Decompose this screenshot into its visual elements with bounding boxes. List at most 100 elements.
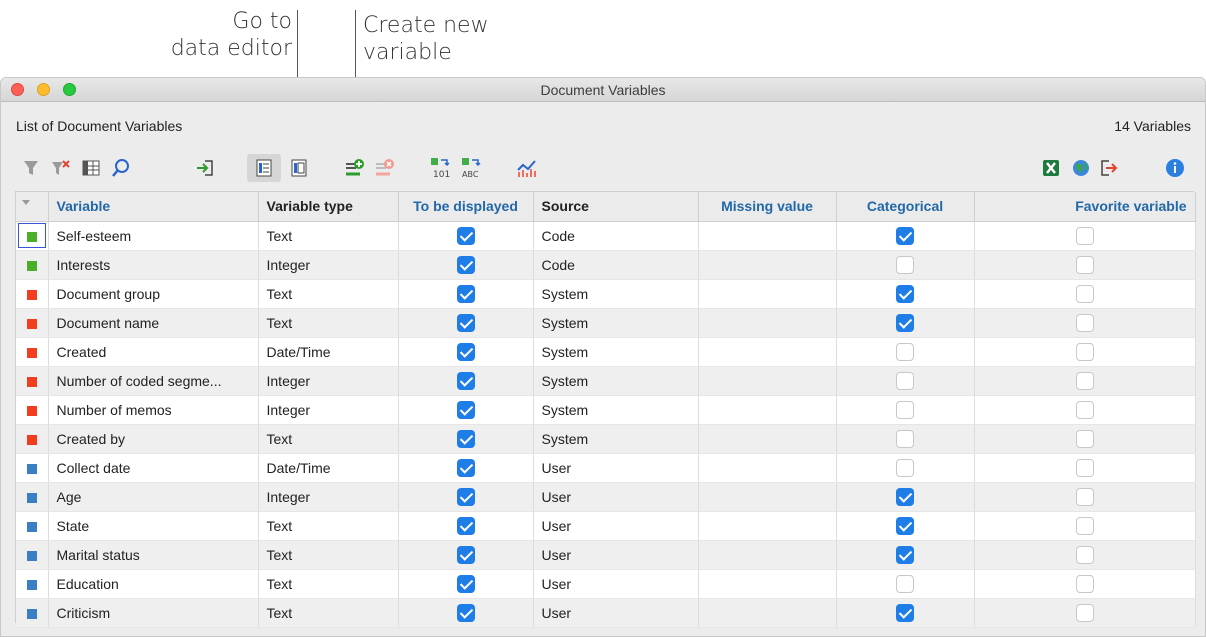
- table-row[interactable]: Interests Integer Code: [16, 250, 1196, 280]
- favorite-variable-checkbox[interactable]: [1075, 545, 1094, 564]
- to-be-displayed-checkbox[interactable]: [456, 458, 475, 477]
- categorical-checkbox[interactable]: [896, 574, 914, 593]
- cell-variable[interactable]: Created: [48, 337, 259, 367]
- cell-variable-type[interactable]: Text: [258, 511, 399, 541]
- list-view-icon[interactable]: [247, 154, 281, 182]
- categorical-checkbox[interactable]: [896, 342, 914, 361]
- table-row[interactable]: Number of memos Integer System: [16, 395, 1196, 425]
- cell-variable-type[interactable]: Text: [258, 598, 399, 628]
- cell-variable-type[interactable]: Integer: [258, 250, 399, 280]
- row-marker[interactable]: [16, 453, 49, 483]
- table-row[interactable]: Criticism Text User: [16, 598, 1196, 628]
- to-be-displayed-checkbox[interactable]: [456, 574, 475, 593]
- convert-to-text-icon[interactable]: ABC: [459, 154, 487, 182]
- convert-to-integer-icon[interactable]: 101: [427, 154, 455, 182]
- cell-missing-value[interactable]: [698, 337, 837, 367]
- column-header-favorite-variable[interactable]: Favorite variable: [974, 192, 1196, 222]
- cell-missing-value[interactable]: [698, 569, 837, 599]
- cell-missing-value[interactable]: [698, 598, 837, 628]
- export-icon[interactable]: [1095, 154, 1123, 182]
- cell-variable[interactable]: Interests: [48, 250, 259, 280]
- cell-variable-type[interactable]: Integer: [258, 395, 399, 425]
- table-row[interactable]: Document group Text System: [16, 279, 1196, 309]
- column-header-source[interactable]: Source: [533, 192, 699, 222]
- statistics-icon[interactable]: [513, 154, 541, 182]
- row-marker[interactable]: [16, 221, 49, 251]
- to-be-displayed-checkbox[interactable]: [456, 255, 475, 274]
- to-be-displayed-checkbox[interactable]: [456, 226, 475, 245]
- data-editor-icon[interactable]: [285, 154, 313, 182]
- categorical-checkbox[interactable]: [896, 226, 914, 245]
- cell-variable-type[interactable]: Date/Time: [258, 453, 399, 483]
- favorite-variable-checkbox[interactable]: [1075, 284, 1094, 303]
- html-export-icon[interactable]: [1067, 154, 1095, 182]
- delete-variable-icon[interactable]: [371, 154, 399, 182]
- favorite-variable-checkbox[interactable]: [1075, 313, 1094, 332]
- table-row[interactable]: Collect date Date/Time User: [16, 453, 1196, 483]
- favorite-variable-checkbox[interactable]: [1075, 458, 1094, 477]
- import-icon[interactable]: [191, 154, 219, 182]
- cell-missing-value[interactable]: [698, 482, 837, 512]
- cell-variable-type[interactable]: Text: [258, 221, 399, 251]
- row-marker[interactable]: [16, 279, 49, 309]
- table-row[interactable]: Created Date/Time System: [16, 337, 1196, 367]
- excel-export-icon[interactable]: [1037, 154, 1065, 182]
- cell-variable-type[interactable]: Integer: [258, 366, 399, 396]
- favorite-variable-checkbox[interactable]: [1075, 516, 1094, 535]
- cell-variable-type[interactable]: Text: [258, 424, 399, 454]
- cell-variable[interactable]: Self-esteem: [48, 221, 259, 251]
- row-marker[interactable]: [16, 598, 49, 628]
- categorical-checkbox[interactable]: [896, 371, 914, 390]
- table-row[interactable]: Number of coded segme... Integer System: [16, 366, 1196, 396]
- row-marker[interactable]: [16, 337, 49, 367]
- row-marker[interactable]: [16, 395, 49, 425]
- cell-missing-value[interactable]: [698, 366, 837, 396]
- cell-variable-type[interactable]: Date/Time: [258, 337, 399, 367]
- favorite-variable-checkbox[interactable]: [1075, 429, 1094, 448]
- cell-variable[interactable]: Education: [48, 569, 259, 599]
- row-marker[interactable]: [16, 511, 49, 541]
- to-be-displayed-checkbox[interactable]: [456, 313, 475, 332]
- cell-variable-type[interactable]: Text: [258, 279, 399, 309]
- column-header-variable[interactable]: Variable: [48, 192, 259, 222]
- cell-missing-value[interactable]: [698, 511, 837, 541]
- favorite-variable-checkbox[interactable]: [1075, 574, 1094, 593]
- favorite-variable-checkbox[interactable]: [1075, 255, 1094, 274]
- to-be-displayed-checkbox[interactable]: [456, 284, 475, 303]
- cell-missing-value[interactable]: [698, 221, 837, 251]
- cell-variable[interactable]: Age: [48, 482, 259, 512]
- row-marker[interactable]: [16, 424, 49, 454]
- cell-missing-value[interactable]: [698, 279, 837, 309]
- table-row[interactable]: Marital status Text User: [16, 540, 1196, 570]
- table-row[interactable]: Created by Text System: [16, 424, 1196, 454]
- columns-icon[interactable]: [77, 154, 105, 182]
- row-marker[interactable]: [16, 308, 49, 338]
- info-icon[interactable]: [1161, 154, 1189, 182]
- cell-variable[interactable]: Document name: [48, 308, 259, 338]
- column-header-variable-type[interactable]: Variable type: [258, 192, 399, 222]
- cell-variable[interactable]: Document group: [48, 279, 259, 309]
- table-row[interactable]: Document name Text System: [16, 308, 1196, 338]
- cell-missing-value[interactable]: [698, 250, 837, 280]
- cell-variable-type[interactable]: Text: [258, 569, 399, 599]
- to-be-displayed-checkbox[interactable]: [456, 545, 475, 564]
- to-be-displayed-checkbox[interactable]: [456, 400, 475, 419]
- filter-icon[interactable]: [17, 154, 45, 182]
- cell-variable[interactable]: Created by: [48, 424, 259, 454]
- cell-variable[interactable]: Collect date: [48, 453, 259, 483]
- cell-variable-type[interactable]: Text: [258, 308, 399, 338]
- favorite-variable-checkbox[interactable]: [1075, 603, 1094, 622]
- favorite-variable-checkbox[interactable]: [1075, 400, 1094, 419]
- categorical-checkbox[interactable]: [896, 516, 914, 535]
- favorite-variable-checkbox[interactable]: [1075, 342, 1094, 361]
- categorical-checkbox[interactable]: [896, 255, 914, 274]
- favorite-variable-checkbox[interactable]: [1075, 226, 1094, 245]
- new-variable-icon[interactable]: [341, 154, 369, 182]
- column-header-marker[interactable]: [16, 192, 49, 222]
- categorical-checkbox[interactable]: [896, 603, 914, 622]
- to-be-displayed-checkbox[interactable]: [456, 516, 475, 535]
- cell-missing-value[interactable]: [698, 424, 837, 454]
- cell-missing-value[interactable]: [698, 395, 837, 425]
- cell-variable[interactable]: Number of coded segme...: [48, 366, 259, 396]
- favorite-variable-checkbox[interactable]: [1075, 487, 1094, 506]
